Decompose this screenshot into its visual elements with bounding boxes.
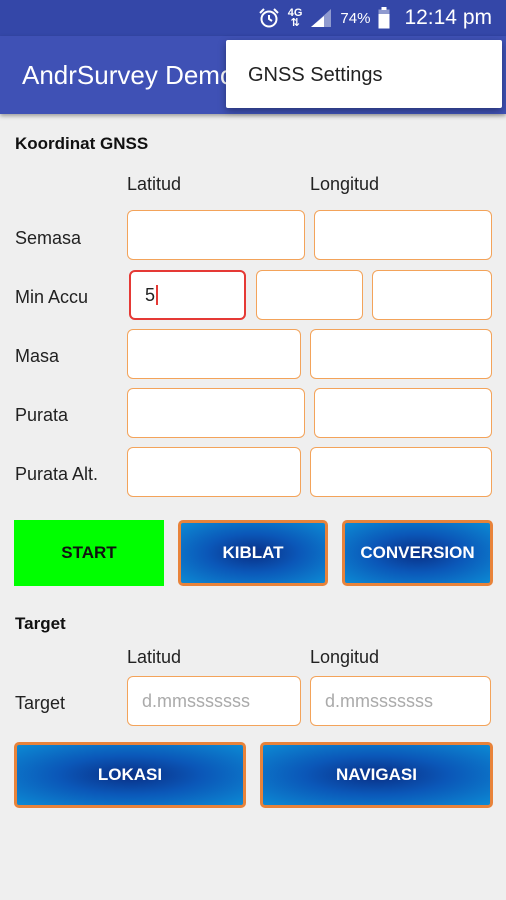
purata-lat-field[interactable] bbox=[127, 388, 305, 438]
status-icons: 4G ⇅ 74% 12:14 pm bbox=[258, 0, 492, 36]
purata-lon-field[interactable] bbox=[314, 388, 492, 438]
col-header-latitud: Latitud bbox=[127, 174, 182, 194]
target-lon-placeholder: d.mmsssssss bbox=[325, 690, 433, 711]
clock: 12:14 pm bbox=[404, 6, 492, 29]
masa-lat-field[interactable] bbox=[127, 329, 301, 379]
signal-icon bbox=[311, 9, 332, 27]
target-col-header-longitud: Longitud bbox=[310, 647, 380, 667]
min-accu-value: 5 bbox=[145, 284, 156, 305]
target-lat-placeholder: d.mmsssssss bbox=[142, 690, 250, 711]
section-title-gnss: Koordinat GNSS bbox=[15, 134, 149, 153]
semasa-lat-field[interactable] bbox=[127, 210, 305, 260]
section-title-target: Target bbox=[15, 614, 66, 633]
lokasi-button[interactable]: LOKASI bbox=[14, 742, 246, 808]
col-header-longitud: Longitud bbox=[310, 174, 380, 194]
overflow-menu: GNSS Settings bbox=[226, 40, 502, 108]
target-lon-input[interactable]: d.mmsssssss bbox=[310, 676, 491, 726]
semasa-lon-field[interactable] bbox=[314, 210, 492, 260]
target-lat-input[interactable]: d.mmsssssss bbox=[127, 676, 301, 726]
row-label-purata-alt: Purata Alt. bbox=[15, 464, 99, 484]
row-label-masa: Masa bbox=[15, 346, 60, 366]
purata-alt-field[interactable] bbox=[127, 447, 301, 497]
row-label-semasa: Semasa bbox=[15, 228, 82, 248]
min-accu-field-2[interactable] bbox=[256, 270, 363, 320]
kiblat-button[interactable]: KIBLAT bbox=[178, 520, 328, 586]
target-col-header-latitud: Latitud bbox=[127, 647, 182, 667]
text-cursor bbox=[156, 285, 158, 305]
battery-percent: 74% bbox=[340, 9, 371, 27]
network-type-icon: 4G ⇅ bbox=[287, 7, 303, 29]
row-label-target: Target bbox=[15, 693, 66, 713]
status-bar: 4G ⇅ 74% 12:14 pm bbox=[0, 0, 506, 36]
start-button[interactable]: START bbox=[14, 520, 164, 586]
conversion-button[interactable]: CONVERSION bbox=[342, 520, 493, 586]
alarm-icon bbox=[259, 8, 279, 28]
row-label-purata: Purata bbox=[15, 405, 69, 425]
app-title: AndrSurvey Demo bbox=[22, 60, 235, 90]
battery-icon bbox=[378, 7, 390, 29]
min-accu-field-3[interactable] bbox=[372, 270, 492, 320]
masa-lon-field[interactable] bbox=[310, 329, 492, 379]
row-label-min-accu: Min Accu bbox=[15, 287, 89, 307]
min-accu-field[interactable]: 5 bbox=[129, 270, 246, 320]
purata-alt-field-2[interactable] bbox=[310, 447, 492, 497]
menu-item-gnss-settings[interactable]: GNSS Settings bbox=[248, 64, 383, 87]
navigasi-button[interactable]: NAVIGASI bbox=[260, 742, 493, 808]
